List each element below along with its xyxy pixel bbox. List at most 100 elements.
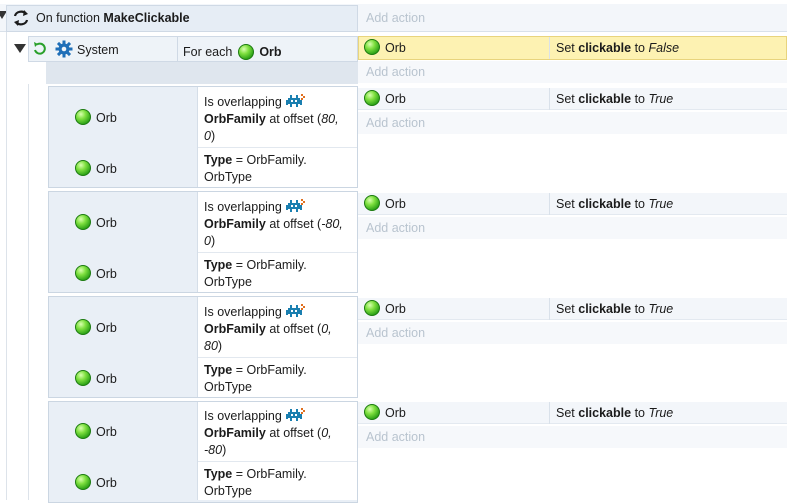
offset-prefix: at offset ( [269,112,322,126]
offset-suffix: ) [210,129,216,143]
action-value: True [648,92,674,106]
condition-object-label: Orb [96,111,117,125]
event-body-spacer [46,62,358,84]
add-action-link[interactable]: Add action [366,116,425,130]
add-action-link[interactable]: Add action [366,11,425,25]
function-label: On function MakeClickable [36,11,190,25]
type-label: Type [204,153,233,167]
action-value: False [648,41,680,55]
action-object-label: Orb [385,406,406,420]
condition-object-label: Orb [96,476,117,490]
set-clickable-action[interactable]: Set clickable to False [556,41,679,55]
family-sprite-icon [286,408,306,421]
overlap-family: OrbFamily [204,426,266,440]
for-each-condition[interactable]: For each Orb [183,44,282,60]
add-action-link[interactable]: Add action [366,65,425,79]
offset-prefix: at offset ( [269,426,322,440]
action-divider [549,402,550,424]
type-condition[interactable]: Type = OrbFamily. OrbType [204,152,307,186]
set-clickable-action[interactable]: Set clickable to True [556,197,673,211]
for-each-object: Orb [259,45,282,59]
action-to: to [634,302,645,316]
action-divider [549,37,550,59]
type-value: OrbType [204,484,252,498]
add-action-link[interactable]: Add action [366,221,425,235]
offset-x: 0, [321,322,332,336]
condition-divider [198,357,357,358]
add-action-link[interactable]: Add action [366,430,425,444]
gear-icon [55,40,73,58]
action-property: clickable [578,41,632,55]
overlap-prefix: Is overlapping [204,200,282,214]
family-sprite-icon [286,304,306,317]
action-object-label: Orb [385,302,406,316]
orb-icon [364,195,380,211]
type-label: Type [204,363,233,377]
offset-x: 0, [321,426,332,440]
overlap-prefix: Is overlapping [204,305,282,319]
condition-object-label: Orb [96,425,117,439]
condition-divider [198,461,357,462]
action-property: clickable [578,302,632,316]
offset-suffix: ) [217,339,223,353]
set-clickable-action[interactable]: Set clickable to True [556,302,673,316]
set-clickable-action[interactable]: Set clickable to True [556,92,673,106]
set-clickable-action[interactable]: Set clickable to True [556,406,673,420]
action-divider [549,298,550,320]
action-to: to [634,406,645,420]
overlap-condition[interactable]: Is overlapping OrbFamily at offset (-80,… [204,199,343,250]
orb-icon [75,370,91,386]
add-action-link[interactable]: Add action [366,326,425,340]
type-equals: = OrbFamily. [232,363,307,377]
action-value: True [648,302,674,316]
function-prefix: On function [36,11,100,25]
orb-icon [364,300,380,316]
offset-y: 0 [204,234,211,248]
collapse-arrow-icon[interactable] [14,44,26,53]
overlap-condition[interactable]: Is overlapping OrbFamily at offset (80, … [204,94,339,145]
action-prefix: Set [556,406,575,420]
orb-icon [237,44,254,60]
condition-divider [177,36,178,62]
condition-divider [198,252,357,253]
system-object-label: System [77,43,119,57]
orb-icon [75,474,91,490]
type-value: OrbType [204,275,252,289]
orb-icon [75,265,91,281]
type-equals: = OrbFamily. [232,153,307,167]
action-value: True [648,406,674,420]
overlap-family: OrbFamily [204,112,266,126]
offset-y: 0 [204,129,211,143]
action-prefix: Set [556,302,575,316]
overlap-condition[interactable]: Is overlapping OrbFamily at offset (0, -… [204,408,332,459]
action-object-label: Orb [385,41,406,55]
function-name: MakeClickable [103,11,190,25]
type-condition[interactable]: Type = OrbFamily. OrbType [204,362,307,396]
orb-icon [364,90,380,106]
type-equals: = OrbFamily. [232,258,307,272]
action-property: clickable [578,406,632,420]
overlap-prefix: Is overlapping [204,95,282,109]
indent-guide [6,32,7,500]
type-condition[interactable]: Type = OrbFamily. OrbType [204,466,307,500]
orb-icon [75,423,91,439]
condition-divider [198,147,357,148]
condition-object-label: Orb [96,162,117,176]
offset-suffix: ) [210,234,216,248]
overlap-condition[interactable]: Is overlapping OrbFamily at offset (0, 8… [204,304,332,355]
indent-guide [28,84,29,500]
orb-icon [75,319,91,335]
action-property: clickable [578,92,632,106]
type-value: OrbType [204,380,252,394]
overlap-prefix: Is overlapping [204,409,282,423]
function-loop-icon [13,10,29,26]
family-sprite-icon [286,94,306,107]
action-to: to [634,92,645,106]
offset-x: 80, [321,112,339,126]
type-condition[interactable]: Type = OrbFamily. OrbType [204,257,307,291]
action-to: to [634,41,645,55]
offset-prefix: at offset ( [269,322,322,336]
overlap-family: OrbFamily [204,217,266,231]
condition-object-label: Orb [96,321,117,335]
type-value: OrbType [204,170,252,184]
